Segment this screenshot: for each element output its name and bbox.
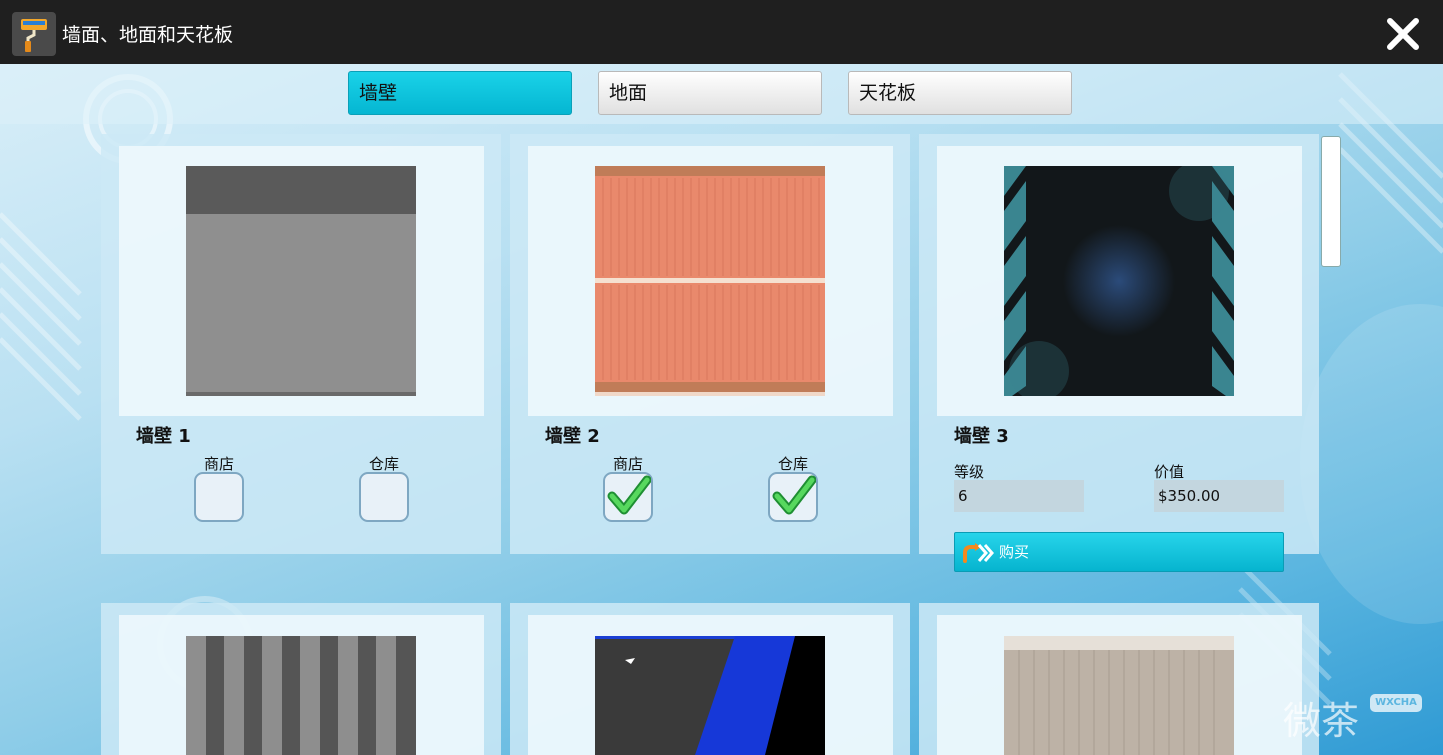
wall-texture-gray-stripes [186, 636, 416, 755]
level-value: 6 [954, 480, 1084, 512]
item-card-wall-1[interactable]: 墙壁 1 商店 仓库 [101, 134, 501, 554]
item-card-wall-5[interactable] [510, 603, 910, 755]
buy-button-label: 购买 [999, 543, 1030, 561]
item-thumbnail-frame [528, 146, 893, 416]
checkmark-icon [607, 475, 651, 515]
paint-roller-icon [12, 12, 56, 56]
level-label: 等级 [954, 463, 985, 481]
wall-texture-dark-teal [1004, 166, 1234, 396]
item-card-wall-2[interactable]: 墙壁 2 商店 仓库 [510, 134, 910, 554]
close-button[interactable] [1383, 14, 1423, 54]
price-value: $350.00 [1154, 480, 1284, 512]
item-thumbnail-frame [937, 146, 1302, 416]
warehouse-checkbox[interactable] [359, 472, 409, 522]
watermark-text: 微茶 [1283, 699, 1360, 743]
window-title: 墙面、地面和天花板 [62, 24, 234, 46]
wall-texture-gray [186, 166, 416, 396]
buy-button[interactable]: 购买 [954, 532, 1284, 572]
price-label: 价值 [1154, 463, 1185, 481]
item-card-wall-4[interactable] [101, 603, 501, 755]
wall-texture-orange-stripes [595, 166, 825, 396]
scrollbar-thumb[interactable] [1321, 136, 1341, 267]
store-label: 商店 [612, 455, 643, 473]
item-thumbnail-frame [119, 146, 484, 416]
checkmark-icon [772, 475, 816, 515]
tab-floors[interactable]: 地面 [598, 71, 822, 115]
item-name: 墙壁 3 [954, 426, 1009, 447]
tab-ceilings[interactable]: 天花板 [848, 71, 1072, 115]
store-label: 商店 [203, 455, 234, 473]
warehouse-checkbox[interactable] [768, 472, 818, 522]
store-checkbox[interactable] [194, 472, 244, 522]
item-name: 墙壁 2 [545, 426, 600, 447]
item-thumbnail-frame [937, 615, 1302, 755]
item-thumbnail-frame [528, 615, 893, 755]
item-card-wall-3[interactable]: 墙壁 3 等级 6 价值 $350.00 [919, 134, 1319, 554]
item-name: 墙壁 1 [136, 426, 191, 447]
warehouse-label: 仓库 [368, 455, 399, 473]
watermark-badge: WXCHA [1370, 694, 1422, 712]
item-thumbnail-frame [119, 615, 484, 755]
tab-walls[interactable]: 墙壁 [348, 71, 572, 115]
title-bar: 墙面、地面和天花板 [0, 0, 1443, 64]
item-card-wall-6[interactable] [919, 603, 1319, 755]
store-checkbox[interactable] [603, 472, 653, 522]
close-icon [1387, 18, 1419, 50]
warehouse-label: 仓库 [777, 455, 808, 473]
wall-texture-blue-diagonal [595, 636, 825, 755]
wall-texture-beige-panels [1004, 636, 1234, 755]
buy-arrow-icon [963, 543, 994, 563]
